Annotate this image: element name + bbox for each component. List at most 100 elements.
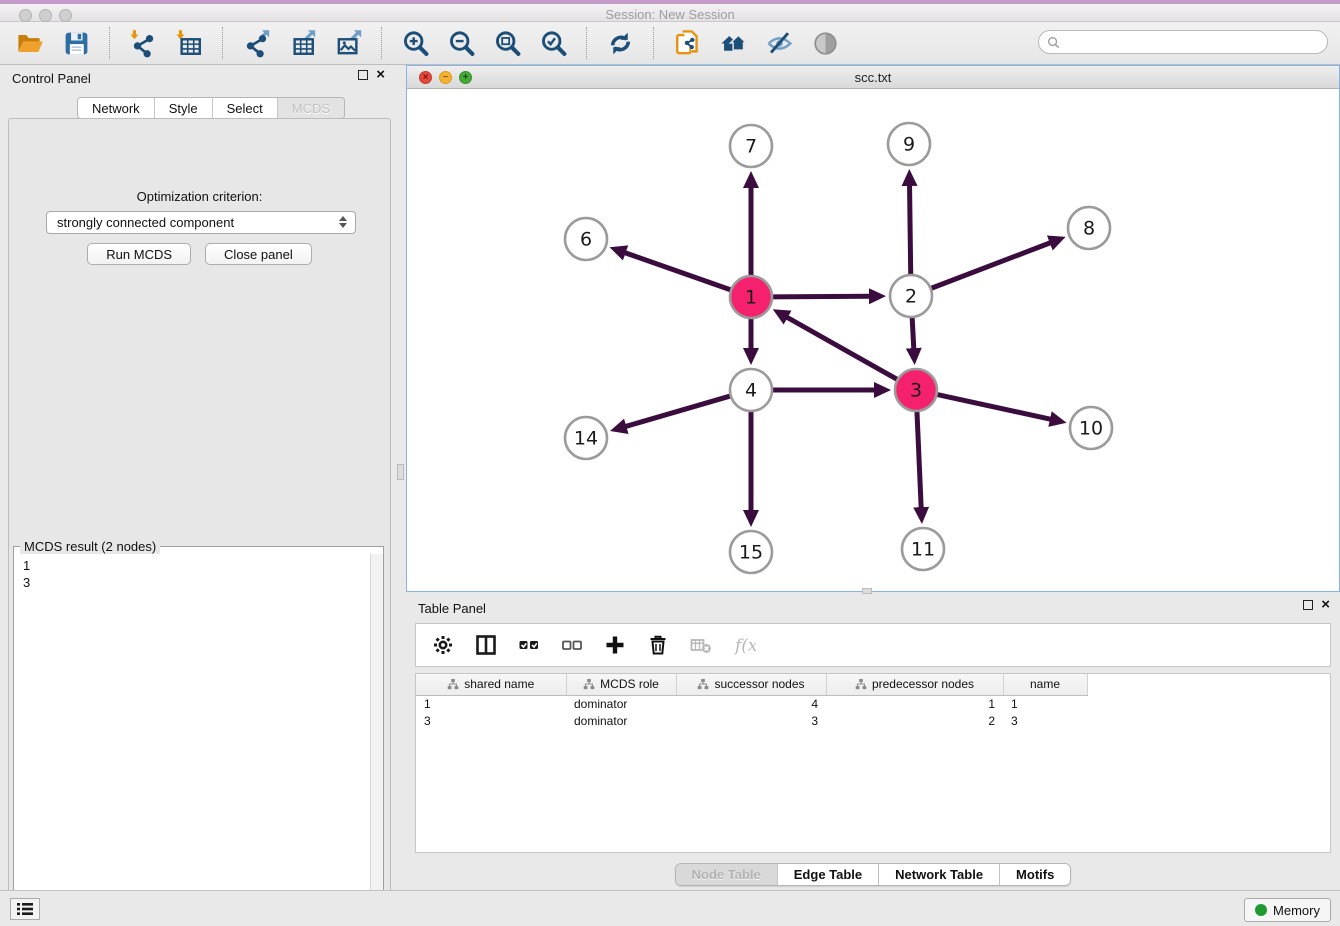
edge-3-1[interactable] <box>787 317 899 380</box>
mcds-result-legend: MCDS result (2 nodes) <box>20 539 160 554</box>
column-label: successor nodes <box>714 677 804 691</box>
edge-3-11[interactable] <box>917 410 921 508</box>
table-cell[interactable]: 1 <box>416 695 566 712</box>
table-row[interactable]: 1dominator411 <box>416 695 1087 712</box>
run-mcds-button[interactable]: Run MCDS <box>87 243 191 265</box>
column-header-successor-nodes[interactable]: successor nodes <box>676 674 826 695</box>
control-panel-float-icon[interactable] <box>358 70 368 80</box>
graph-node-2[interactable]: 2 <box>890 275 932 317</box>
homes-icon[interactable] <box>717 27 749 59</box>
horizontal-splitter-handle[interactable] <box>862 588 872 594</box>
tab-edge-table[interactable]: Edge Table <box>778 864 879 885</box>
edge-1-2[interactable] <box>771 296 870 297</box>
table-cell[interactable]: 3 <box>1003 712 1087 729</box>
tab-node-table[interactable]: Node Table <box>676 864 778 885</box>
edge-2-3[interactable] <box>912 316 914 349</box>
control-panel-close-icon[interactable]: × <box>376 70 385 80</box>
edge-2-8[interactable] <box>930 243 1051 289</box>
table-row[interactable]: 3dominator323 <box>416 712 1087 729</box>
delete-row-icon[interactable] <box>645 632 671 658</box>
import-table-icon[interactable] <box>173 27 205 59</box>
mcds-result-text[interactable]: 13 <box>15 554 369 926</box>
table-cell[interactable]: 3 <box>416 712 566 729</box>
column-label: MCDS role <box>600 677 659 691</box>
graph-node-4[interactable]: 4 <box>730 369 772 411</box>
graph-node-8[interactable]: 8 <box>1068 207 1110 249</box>
node-label: 9 <box>903 134 915 156</box>
graph-node-9[interactable]: 9 <box>888 123 930 165</box>
import-network-icon[interactable] <box>127 27 159 59</box>
table-cell[interactable]: dominator <box>566 695 676 712</box>
tab-network-table[interactable]: Network Table <box>879 864 1000 885</box>
search-box[interactable] <box>1038 30 1328 54</box>
table-cell[interactable]: 2 <box>826 712 1003 729</box>
save-icon[interactable] <box>60 27 92 59</box>
graph-node-7[interactable]: 7 <box>730 125 772 167</box>
node-label: 1 <box>745 287 757 309</box>
column-header-name[interactable]: name <box>1003 674 1087 695</box>
table-panel-close-icon[interactable]: × <box>1321 600 1330 610</box>
zoom-in-icon[interactable] <box>399 27 431 59</box>
control-tab-select[interactable]: Select <box>213 98 278 118</box>
hide-panels-icon[interactable] <box>763 27 795 59</box>
control-panel: Control Panel × NetworkStyleSelectMCDS O… <box>0 65 395 890</box>
zoom-out-icon[interactable] <box>445 27 477 59</box>
column-header-MCDS-role[interactable]: MCDS role <box>566 674 676 695</box>
table-panel-float-icon[interactable] <box>1303 600 1313 610</box>
table-cell[interactable]: 1 <box>1003 695 1087 712</box>
graph-node-15[interactable]: 15 <box>730 531 772 573</box>
share-file-icon[interactable] <box>671 27 703 59</box>
settings-gear-icon[interactable] <box>430 632 456 658</box>
graph-node-14[interactable]: 14 <box>565 417 607 459</box>
edge-4-14[interactable] <box>625 396 731 427</box>
main-toolbar <box>0 22 1340 65</box>
edge-2-9[interactable] <box>910 185 911 276</box>
table-cell[interactable]: 1 <box>826 695 1003 712</box>
graph-node-11[interactable]: 11 <box>902 528 944 570</box>
table-panel: Table Panel × f(x) shared name MCDS role… <box>406 595 1340 890</box>
eye-icon[interactable] <box>809 27 841 59</box>
close-panel-button[interactable]: Close panel <box>205 243 312 265</box>
deselect-all-checkboxes-icon[interactable] <box>559 632 585 658</box>
control-tab-mcds[interactable]: MCDS <box>278 98 344 118</box>
edge-3-10[interactable] <box>936 394 1051 419</box>
add-row-icon[interactable] <box>602 632 628 658</box>
search-input[interactable] <box>1065 35 1319 49</box>
export-image-icon[interactable] <box>332 27 364 59</box>
memory-button[interactable]: Memory <box>1244 898 1331 922</box>
network-canvas[interactable]: 7 9 6 8 1 2 4 3 14 10 15 11 <box>407 89 1339 591</box>
node-label: 14 <box>574 428 598 450</box>
task-history-button[interactable] <box>10 898 40 920</box>
window-title: Session: New Session <box>0 7 1340 22</box>
control-tab-style[interactable]: Style <box>155 98 213 118</box>
graph-node-6[interactable]: 6 <box>565 218 607 260</box>
graph-node-1[interactable]: 1 <box>730 276 772 318</box>
vertical-splitter-handle[interactable] <box>397 464 404 480</box>
criterion-dropdown[interactable]: strongly connected component <box>46 211 356 234</box>
svg-text:f(x): f(x) <box>733 636 756 656</box>
graph-node-3[interactable]: 3 <box>895 369 937 411</box>
export-network-icon[interactable] <box>240 27 272 59</box>
tab-motifs[interactable]: Motifs <box>1000 864 1070 885</box>
column-label: name <box>1030 677 1060 691</box>
column-header-predecessor-nodes[interactable]: predecessor nodes <box>826 674 1003 695</box>
refresh-icon[interactable] <box>604 27 636 59</box>
toolbar-divider <box>381 27 382 59</box>
zoom-fit-icon[interactable] <box>491 27 523 59</box>
column-label: shared name <box>464 677 534 691</box>
select-all-checkboxes-icon[interactable] <box>516 632 542 658</box>
table-cell[interactable]: 4 <box>676 695 826 712</box>
graph-node-10[interactable]: 10 <box>1070 407 1112 449</box>
table-cell[interactable]: 3 <box>676 712 826 729</box>
table-cell[interactable]: dominator <box>566 712 676 729</box>
open-file-icon[interactable] <box>14 27 46 59</box>
column-header-shared-name[interactable]: shared name <box>416 674 566 695</box>
toolbar-divider <box>109 27 110 59</box>
edge-1-6[interactable] <box>625 253 732 291</box>
split-columns-icon[interactable] <box>473 632 499 658</box>
node-table-container: shared name MCDS role successor nodes pr… <box>415 673 1331 853</box>
result-scrollbar[interactable] <box>370 554 383 926</box>
export-table-icon[interactable] <box>286 27 318 59</box>
control-tab-network[interactable]: Network <box>78 98 155 118</box>
zoom-selected-icon[interactable] <box>537 27 569 59</box>
